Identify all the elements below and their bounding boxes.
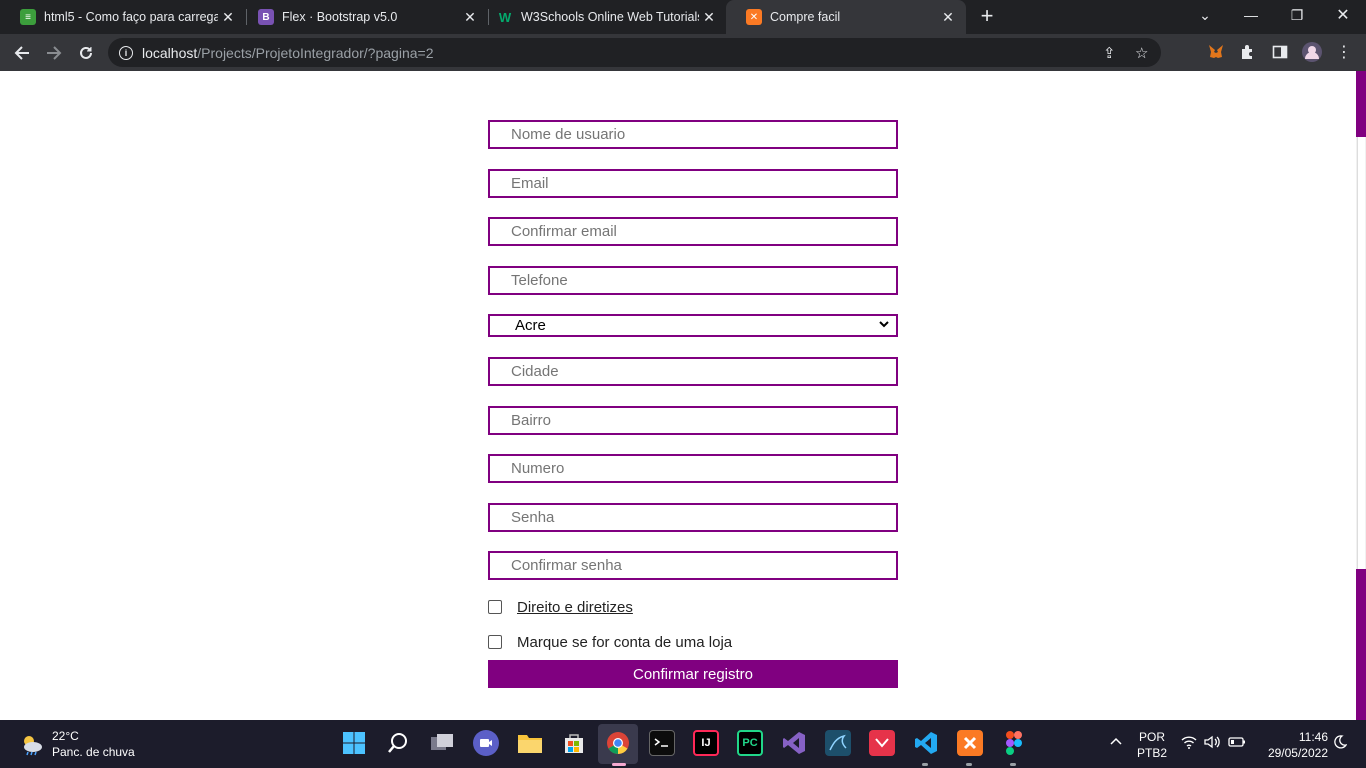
restore-button[interactable]: ❐	[1274, 0, 1320, 30]
minimize-button[interactable]: —	[1228, 0, 1274, 30]
store-row: Marque se for conta de uma loja	[488, 634, 732, 651]
side-panel-icon[interactable]	[1270, 42, 1290, 62]
browser-toolbar: i localhost /Projects/ProjetoIntegrador/…	[0, 34, 1366, 71]
xampp-taskbar-icon[interactable]	[957, 730, 983, 756]
start-icon[interactable]	[341, 730, 367, 756]
clock-time: 11:46	[1298, 730, 1328, 744]
running-app-indicator	[966, 763, 972, 766]
figma-icon[interactable]	[1001, 730, 1027, 756]
terms-link[interactable]: Direito e diretizes	[517, 599, 633, 616]
url-host: localhost	[142, 44, 198, 61]
close-icon[interactable]: ✕	[218, 9, 238, 26]
district-input[interactable]	[488, 406, 898, 435]
confirm-email-input[interactable]	[488, 217, 898, 246]
window-close-button[interactable]: ✕	[1320, 0, 1366, 30]
metamask-icon[interactable]	[1206, 42, 1226, 62]
site-info-icon[interactable]: i	[119, 45, 133, 60]
tab-stackoverflow[interactable]: ≡ html5 - Como faço para carregar ✕	[0, 0, 246, 34]
tab-strip: ≡ html5 - Como faço para carregar ✕ B Fl…	[0, 0, 1366, 34]
scrollbar-accent-top	[1356, 71, 1366, 137]
bookmark-star-icon[interactable]: ☆	[1135, 44, 1148, 62]
state-select[interactable]: Acre	[488, 314, 898, 337]
extensions-icon[interactable]	[1238, 42, 1258, 62]
xampp-icon: ✕	[746, 9, 762, 25]
number-input[interactable]	[488, 454, 898, 483]
w3schools-icon: W	[498, 9, 512, 25]
email-input[interactable]	[488, 169, 898, 198]
scrollbar-accent-bottom	[1356, 569, 1366, 720]
tab-title: Flex · Bootstrap v5.0	[282, 10, 398, 24]
url-path: /Projects/ProjetoIntegrador/?pagina=2	[197, 44, 434, 61]
tab-bootstrap[interactable]: B Flex · Bootstrap v5.0 ✕	[238, 0, 488, 34]
notification-moon-icon[interactable]	[1333, 735, 1348, 752]
running-app-indicator	[1010, 763, 1016, 766]
scrollbar-thumb[interactable]	[1357, 137, 1365, 569]
chevron-up-icon[interactable]	[1110, 735, 1122, 751]
confirm-password-input[interactable]	[488, 551, 898, 580]
password-input[interactable]	[488, 503, 898, 532]
username-input[interactable]	[488, 120, 898, 149]
back-button[interactable]	[8, 39, 36, 67]
task-view-icon[interactable]	[429, 730, 455, 756]
store-account-checkbox[interactable]	[488, 635, 502, 649]
store-icon[interactable]	[561, 730, 587, 756]
mysql-workbench-icon[interactable]	[825, 730, 851, 756]
profile-avatar-icon[interactable]	[1302, 42, 1322, 62]
chrome-icon[interactable]	[605, 730, 631, 756]
terms-row: Direito e diretizes	[488, 599, 633, 616]
stackoverflow-icon: ≡	[20, 9, 36, 25]
forward-button[interactable]	[40, 39, 68, 67]
clock[interactable]: 11:46 29/05/2022	[1258, 729, 1328, 761]
language-indicator[interactable]: POR PTB2	[1136, 729, 1168, 761]
tab-title: Compre facil	[770, 10, 841, 24]
vscode-icon[interactable]	[913, 730, 939, 756]
file-explorer-icon[interactable]	[517, 730, 543, 756]
weather-temp: 22°C	[52, 729, 79, 743]
tab-w3schools[interactable]: W W3Schools Online Web Tutorials ✕	[477, 0, 727, 34]
intellij-icon[interactable]: IJ	[693, 730, 719, 756]
tab-title: W3Schools Online Web Tutorials	[521, 10, 699, 24]
terms-checkbox[interactable]	[488, 600, 502, 614]
phone-input[interactable]	[488, 266, 898, 295]
language-code: POR	[1138, 730, 1165, 744]
new-tab-button[interactable]: +	[976, 5, 998, 27]
address-bar[interactable]: i localhost /Projects/ProjetoIntegrador/…	[108, 38, 1161, 67]
close-icon[interactable]: ✕	[699, 9, 719, 26]
menu-icon[interactable]: ⋮	[1334, 42, 1354, 62]
bootstrap-icon: B	[258, 9, 274, 25]
weather-icon	[24, 736, 42, 756]
pycharm-icon[interactable]: PC	[737, 730, 763, 756]
volume-icon[interactable]	[1204, 735, 1220, 752]
tab-title: html5 - Como faço para carregar	[44, 10, 218, 24]
clock-date: 29/05/2022	[1267, 746, 1328, 760]
wifi-icon[interactable]	[1181, 735, 1197, 752]
city-input[interactable]	[488, 357, 898, 386]
search-icon[interactable]	[385, 730, 411, 756]
close-icon[interactable]: ✕	[938, 9, 958, 26]
state-selected-value: Acre	[515, 317, 546, 334]
chat-icon[interactable]	[473, 730, 499, 756]
terminal-icon[interactable]	[649, 730, 675, 756]
tab-compre-facil[interactable]: ✕ Compre facil ✕	[726, 0, 966, 34]
store-account-label: Marque se for conta de uma loja	[517, 634, 733, 651]
weather-widget[interactable]: 22°C Panc. de chuva	[20, 728, 135, 760]
running-app-indicator	[922, 763, 928, 766]
active-app-indicator	[612, 763, 626, 766]
taskbar: 22°C Panc. de chuva IJ PC POR PTB2 11:46…	[0, 720, 1366, 768]
chevron-down-icon	[878, 318, 890, 333]
todoist-icon[interactable]	[869, 730, 895, 756]
confirm-registration-button[interactable]: Confirmar registro	[488, 660, 898, 688]
tab-search-button[interactable]: ⌄	[1182, 0, 1228, 30]
keyboard-layout: PTB2	[1136, 746, 1167, 760]
visual-studio-icon[interactable]	[781, 730, 807, 756]
share-icon[interactable]: ⇪	[1103, 44, 1116, 62]
reload-button[interactable]	[72, 39, 100, 67]
battery-icon[interactable]	[1228, 735, 1246, 751]
weather-desc: Panc. de chuva	[52, 745, 135, 759]
